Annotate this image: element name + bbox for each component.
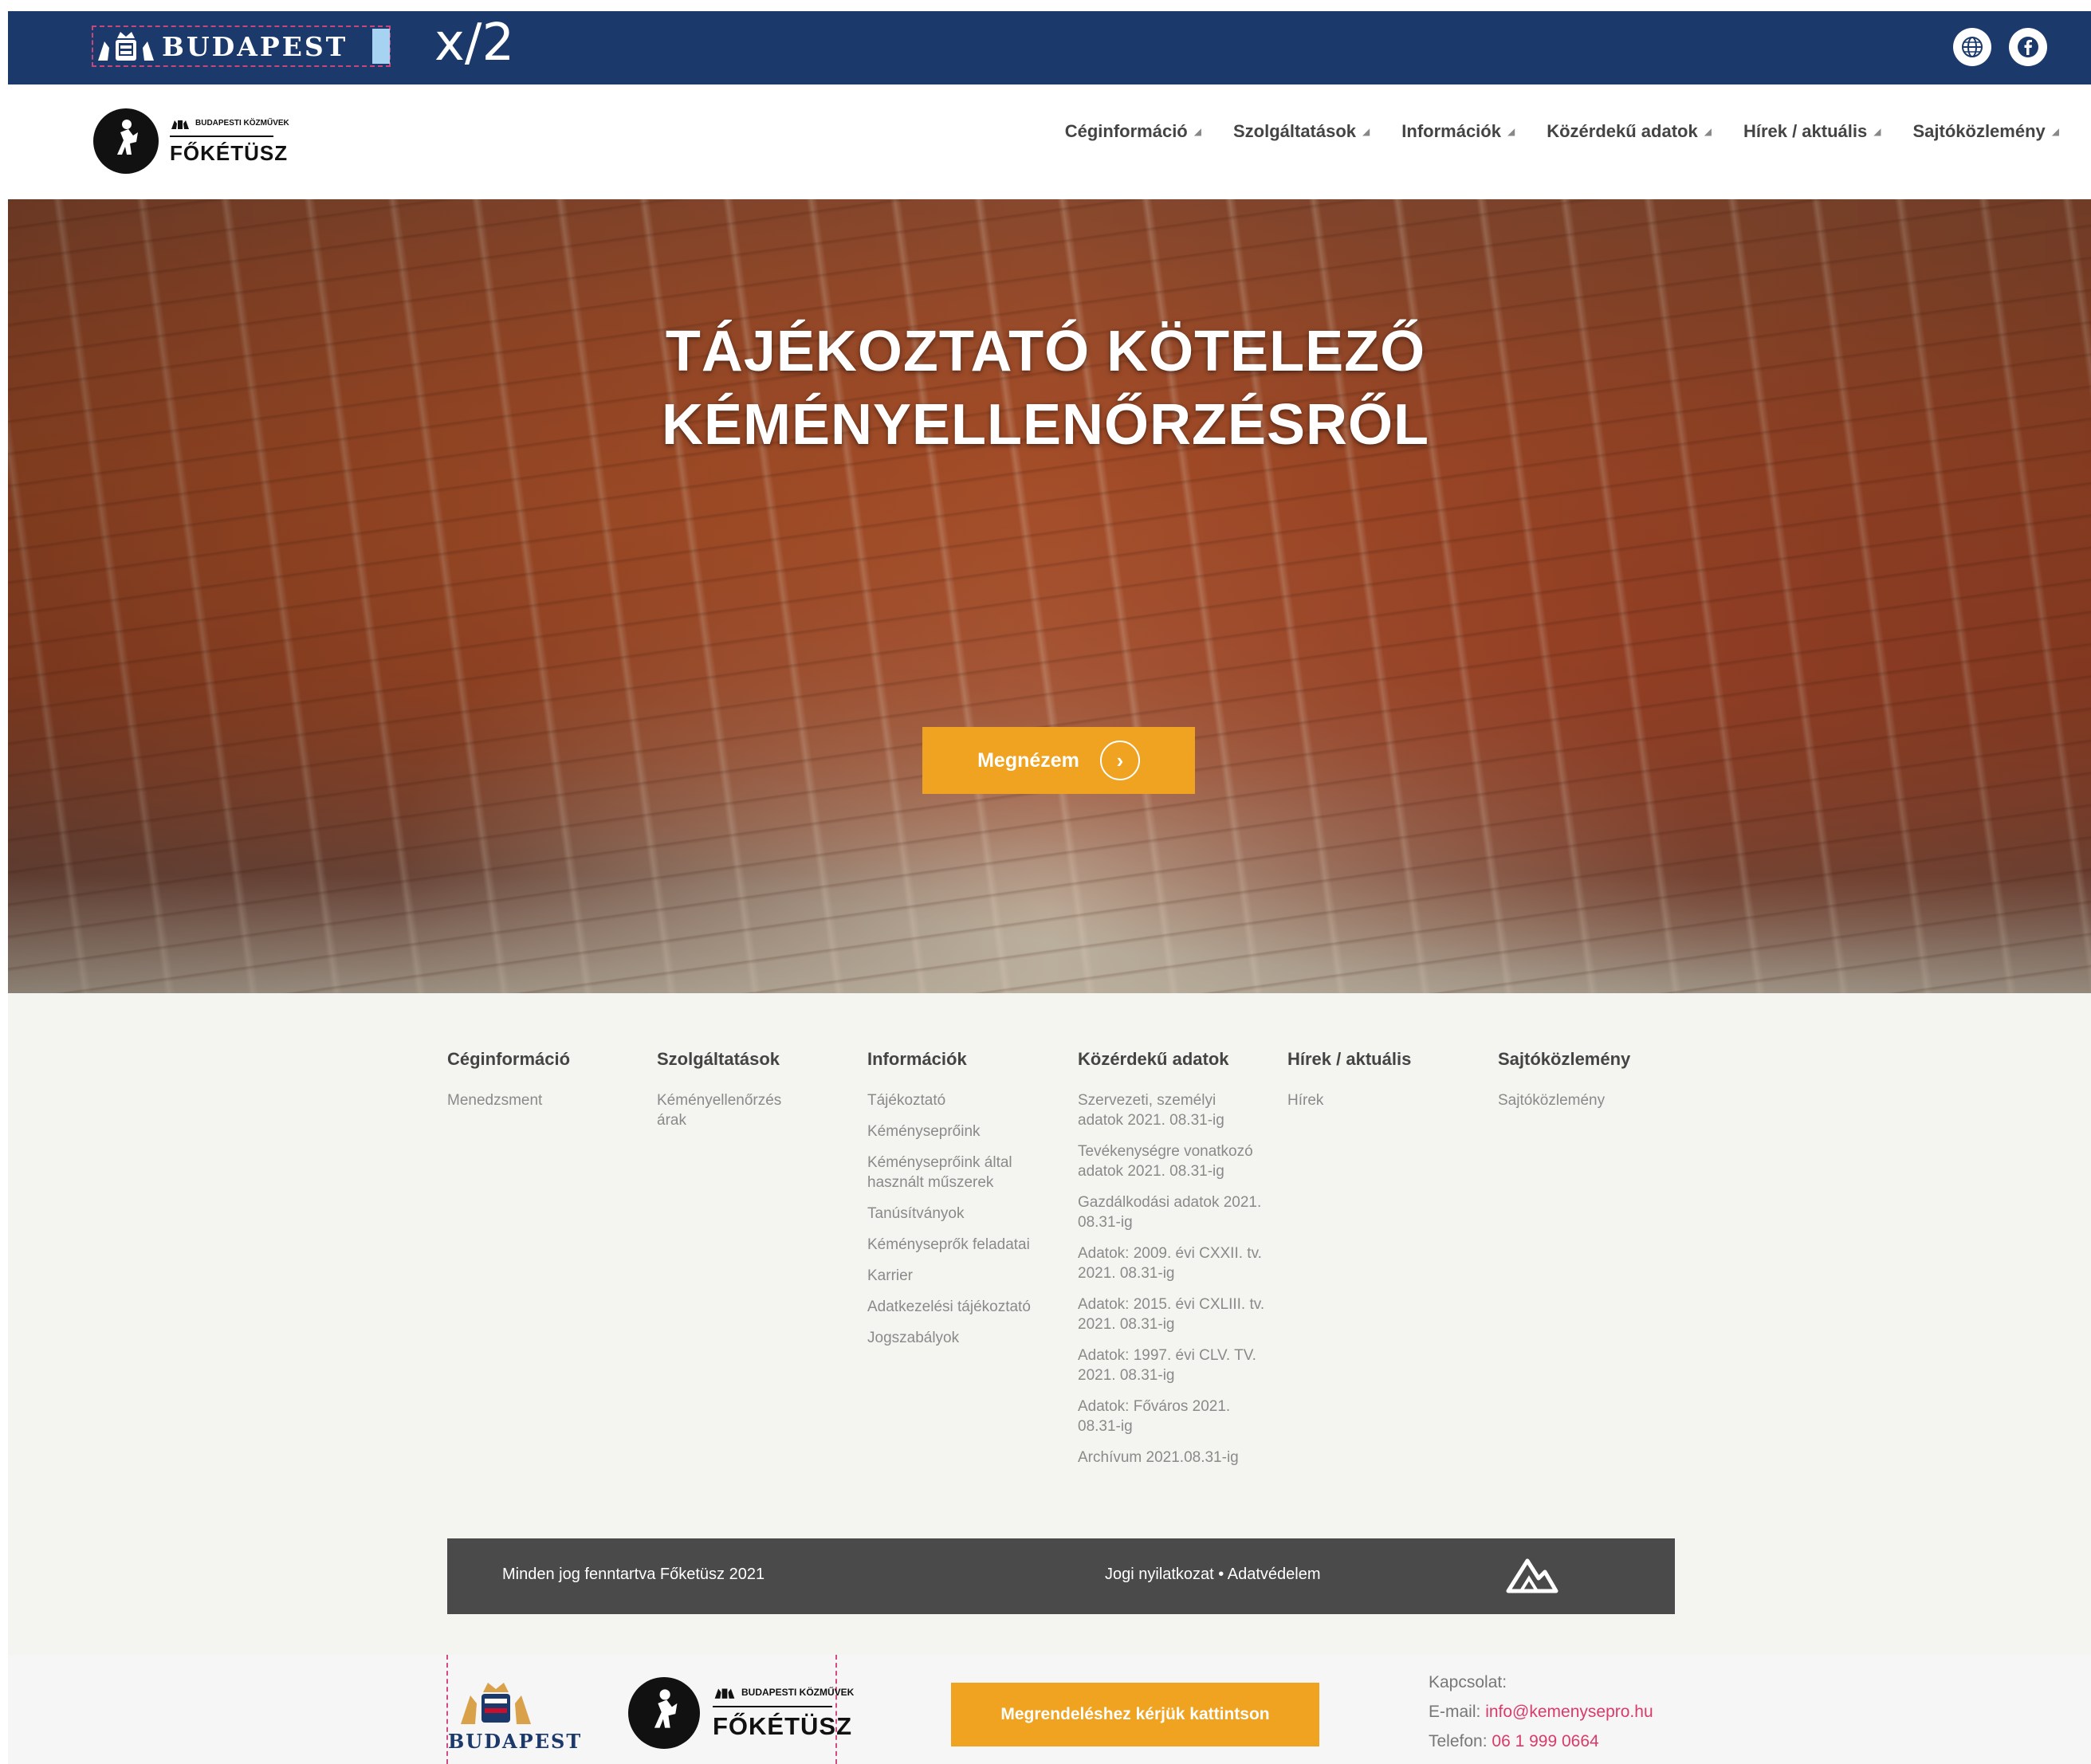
footer-link[interactable]: Tanúsítványok: [867, 1204, 1051, 1224]
footer-column-title[interactable]: Hírek / aktuális: [1287, 1049, 1471, 1070]
xmark-label: x/2: [434, 14, 515, 73]
small-crest-icon: [171, 120, 189, 129]
mountain-logo-icon: [1506, 1558, 1558, 1593]
brand-subtitle: BUDAPESTI KÖZMŰVEK: [713, 1685, 854, 1699]
footer-column-title[interactable]: Sajtóközlemény: [1498, 1049, 1681, 1070]
brand-subtitle: BUDAPESTI KÖZMŰVEK: [170, 117, 289, 130]
footer-link[interactable]: Kéményseprőink: [867, 1122, 1051, 1141]
nav-szolgaltatasok[interactable]: Szolgáltatások ◢: [1233, 121, 1370, 142]
nav-sajtokozlemeny[interactable]: Sajtóközlemény ◢: [1912, 121, 2059, 142]
copyright-text: Minden jog fenntartva Főketüsz 2021: [502, 1566, 765, 1583]
footer-column-title[interactable]: Közérdekű adatok: [1078, 1049, 1265, 1070]
budapest-logo-link[interactable]: BUDAPEST: [92, 26, 391, 67]
footer-column-sajtokozlemeny: Sajtóközlemény Sajtóközlemény: [1498, 1049, 1681, 1122]
budapest-logo-bottom[interactable]: BUDAPEST: [448, 1678, 583, 1753]
hero-cta-button[interactable]: Megnézem ›: [922, 727, 1195, 794]
caret-icon: ◢: [2051, 126, 2059, 137]
footer-link[interactable]: Hírek: [1287, 1090, 1471, 1110]
city-name: BUDAPEST: [162, 30, 348, 62]
footer-link[interactable]: Archívum 2021.08.31-ig: [1078, 1448, 1265, 1467]
footer-link[interactable]: Tájékoztató: [867, 1090, 1051, 1110]
footer-link[interactable]: Adatok: Főváros 2021. 08.31-ig: [1078, 1397, 1265, 1436]
order-button[interactable]: Megrendeléshez kérjük kattintson: [951, 1683, 1319, 1746]
footer-column-title[interactable]: Információk: [867, 1049, 1051, 1070]
legal-links[interactable]: Jogi nyilatkozat • Adatvédelem: [1105, 1566, 1321, 1584]
brand-name: FŐKÉTÜSZ: [713, 1712, 853, 1740]
contact-email: E-mail: info@kemenysepro.hu: [1429, 1703, 1653, 1721]
email-link[interactable]: info@kemenysepro.hu: [1485, 1703, 1653, 1721]
facebook-icon[interactable]: [2009, 28, 2047, 66]
footer-column-ceginformacio: Céginformáció Menedzsment: [447, 1049, 631, 1122]
brand-name: FŐKÉTÜSZ: [170, 140, 289, 165]
caret-icon: ◢: [1507, 126, 1515, 137]
contact-label: Kapcsolat:: [1429, 1673, 1507, 1691]
phone-link[interactable]: 06 1 999 0664: [1492, 1732, 1598, 1750]
footer-column-informaciok: Információk Tájékoztató Kéményseprőink Kémé…: [867, 1049, 1051, 1359]
caret-icon: ◢: [1704, 126, 1712, 137]
nav-hirek-aktualis[interactable]: Hírek / aktuális ◢: [1743, 121, 1881, 142]
footer-link[interactable]: Karrier: [867, 1266, 1051, 1286]
footer-link[interactable]: Adatkezelési tájékoztató: [867, 1297, 1051, 1317]
footer-link[interactable]: Adatok: 2015. évi CXLIII. tv. 2021. 08.3…: [1078, 1295, 1265, 1334]
budapest-crest-icon: [98, 32, 154, 61]
globe-icon[interactable]: [1953, 28, 1991, 66]
caret-icon: ◢: [1362, 126, 1370, 137]
brand-divider: [170, 135, 273, 137]
footer-link[interactable]: Kéményellenőrzés árak: [657, 1090, 804, 1130]
footer-link[interactable]: Jogszabályok: [867, 1328, 1051, 1348]
chimney-sweep-logo-icon: [628, 1677, 700, 1749]
nav-ceginformacio[interactable]: Céginformáció ◢: [1065, 121, 1201, 142]
footer-link[interactable]: Adatok: 1997. évi CLV. TV. 2021. 08.31-i…: [1078, 1346, 1265, 1385]
main-navigation: Céginformáció ◢ Szolgáltatások ◢ Informáci…: [959, 121, 2091, 142]
foketusz-logo[interactable]: BUDAPESTI KÖZMŰVEK FŐKÉTÜSZ: [93, 108, 289, 174]
selection-marker: [372, 29, 390, 64]
footer-column-title[interactable]: Céginformáció: [447, 1049, 631, 1070]
footer-link[interactable]: Adatok: 2009. évi CXXII. tv. 2021. 08.31…: [1078, 1243, 1265, 1283]
contact-phone: Telefon: 06 1 999 0664: [1429, 1732, 1599, 1750]
caret-icon: ◢: [1193, 126, 1201, 137]
site-header: [8, 84, 2091, 199]
contact-block: Kapcsolat: E-mail: info@kemenysepro.hu T…: [1429, 1668, 1653, 1756]
footer-link[interactable]: Kéményseprők feladatai: [867, 1235, 1051, 1255]
footer-link[interactable]: Gazdálkodási adatok 2021. 08.31-ig: [1078, 1192, 1265, 1232]
nav-kozerdeku-adatok[interactable]: Közérdekű adatok ◢: [1547, 121, 1712, 142]
copyright-bar: Minden jog fenntartva Főketüsz 2021 Jogi…: [447, 1538, 1675, 1614]
foketusz-logo-bottom[interactable]: BUDAPESTI KÖZMŰVEK FŐKÉTÜSZ: [628, 1677, 854, 1749]
budapest-crest-icon: [461, 1683, 531, 1724]
footer-column-title[interactable]: Szolgáltatások: [657, 1049, 804, 1070]
footer-column-szolgaltatasok: Szolgáltatások Kéményellenőrzés árak: [657, 1049, 804, 1141]
small-crest-icon: [714, 1688, 735, 1699]
hero-title: TÁJÉKOZTATÓ KÖTELEZŐ KÉMÉNYELLENŐRZÉSRŐL: [0, 315, 2091, 462]
footer-column-hirek: Hírek / aktuális Hírek: [1287, 1049, 1471, 1122]
budapest-name: BUDAPEST: [448, 1730, 583, 1753]
footer-link[interactable]: Menedzsment: [447, 1090, 631, 1110]
footer-link[interactable]: Tevékenységre vonatkozó adatok 2021. 08.…: [1078, 1141, 1265, 1181]
footer-column-kozerdeku-adatok: Közérdekű adatok Szervezeti, személyi ada…: [1078, 1049, 1265, 1479]
caret-icon: ◢: [1873, 126, 1881, 137]
hero-title-line1: TÁJÉKOZTATÓ KÖTELEZŐ: [665, 320, 1426, 383]
chimney-sweep-logo-icon: [93, 108, 159, 174]
hero-title-line2: KÉMÉNYELLENŐRZÉSRŐL: [661, 393, 1430, 457]
chevron-right-icon: ›: [1099, 741, 1140, 780]
brand-divider: [713, 1706, 832, 1707]
footer-link[interactable]: Szervezeti, személyi adatok 2021. 08.31-…: [1078, 1090, 1265, 1130]
nav-informaciok[interactable]: Információk ◢: [1401, 121, 1515, 142]
footer-link[interactable]: Kéményseprőink által használt műszerek: [867, 1153, 1051, 1192]
footer-link[interactable]: Sajtóközlemény: [1498, 1090, 1681, 1110]
